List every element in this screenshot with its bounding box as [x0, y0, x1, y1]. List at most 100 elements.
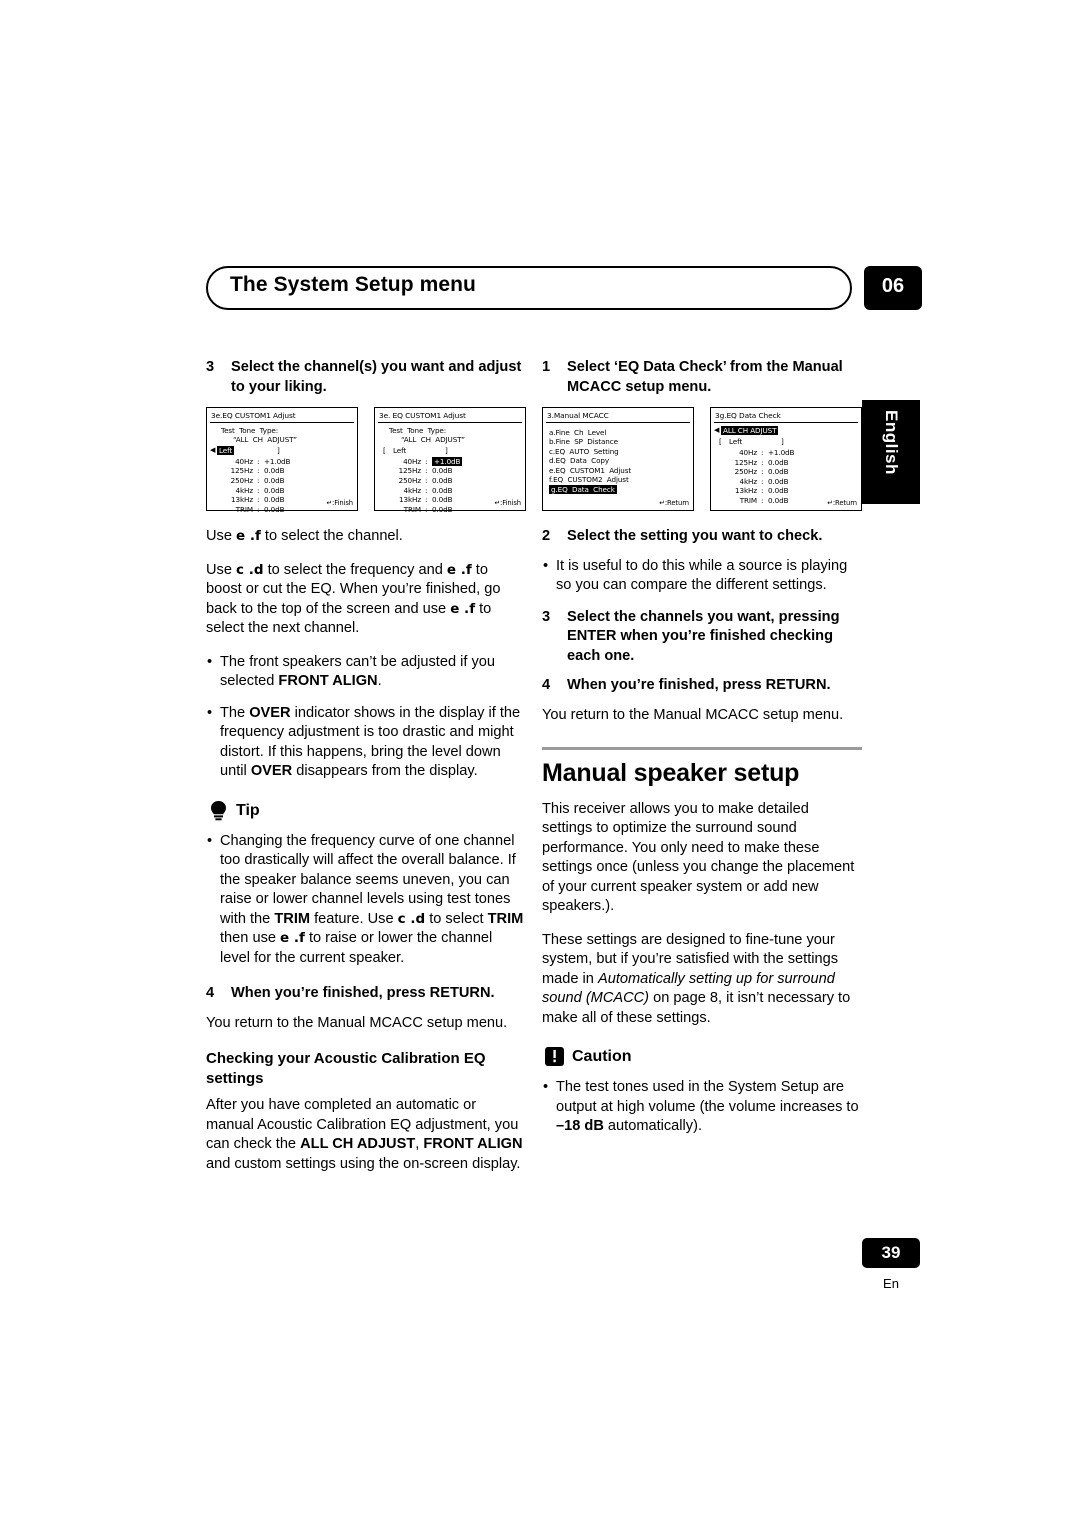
left-column: 3 Select the channel(s) you want and adju…: [206, 358, 526, 1188]
osd-test-tone-type: Test Tone Type:: [389, 426, 447, 435]
language-tab: English: [862, 400, 920, 504]
osd-eq-sep: :: [761, 457, 764, 467]
osd-eq-value: 0.0dB: [768, 467, 789, 477]
osd-eq-row: TRIM:0.0dB: [717, 496, 794, 506]
osd-eq-row: 4kHz:0.0dB: [717, 477, 794, 487]
left-step-4-body: You return to the Manual MCACC setup men…: [206, 1014, 508, 1031]
osd-eq-sep: :: [761, 486, 764, 496]
osd-test-tone-value: “ALL CH ADJUST”: [401, 435, 465, 445]
right-step-1-text: Select ‘EQ Data Check’ from the Manual M…: [567, 359, 843, 395]
left-step-3-text: Select the channel(s) you want and adjus…: [231, 359, 522, 395]
section-rule: [542, 747, 862, 750]
nav-keys: c .d: [397, 910, 426, 927]
page-title: The System Setup menu: [230, 273, 476, 296]
text-fragment: Use: [206, 528, 237, 544]
text-fragment: The: [220, 704, 250, 721]
osd-eq-row: 250Hz:0.0dB: [381, 476, 462, 486]
osd-eq-freq: 13kHz: [399, 495, 421, 505]
osd-eq-row: TRIM:0.0dB: [381, 505, 462, 515]
tip-header: Tip: [206, 800, 526, 824]
osd-channel: Left: [217, 445, 235, 456]
right-step-3-number: 3: [542, 608, 551, 625]
bold-term: OVER: [250, 763, 293, 779]
osd-eq-value: +1.0dB: [768, 448, 795, 457]
chapter-number: 06: [881, 275, 905, 297]
osd-eq-row: TRIM:0.0dB: [213, 505, 290, 515]
osd-test-tone-type: Test Tone Type:: [221, 426, 279, 435]
left-step-3: 3 Select the channel(s) you want and adju…: [206, 358, 526, 397]
bold-term: –18 dB: [556, 1118, 604, 1134]
bold-term: TRIM: [274, 910, 311, 927]
right-step-4: 4 When you’re finished, press RETURN.: [542, 676, 862, 696]
nav-keys: e .f: [236, 528, 261, 544]
osd-eq-custom1-adjust-b: 3e. EQ CUSTOM1 Adjust Test Tone Type: “A…: [374, 407, 526, 514]
osd-right-bracket: ]: [277, 445, 280, 455]
osd-eq-freq: 125Hz: [230, 466, 254, 476]
bold-term: FRONT ALIGN: [278, 673, 378, 689]
osd-eq-freq: 125Hz: [734, 457, 758, 467]
osd-menu-item-selected: g.EQ Data Check: [549, 485, 617, 495]
osd-eq-table: 40Hz: +1.0dB 125Hz:0.0dB 250Hz:0.0dB 4kHz…: [717, 448, 795, 506]
right-step-3-text: Select the channels you want, pressing E…: [567, 608, 840, 664]
osd-eq-sep: :: [257, 476, 260, 485]
osd-eq-sep: :: [425, 504, 428, 514]
osd-title: 3g.EQ Data Check: [715, 410, 781, 420]
caution-header: Caution: [542, 1046, 862, 1070]
osd-eq-value: 0.0dB: [768, 486, 789, 496]
osd-eq-freq: 40Hz: [235, 456, 253, 466]
osd-eq-sep: :: [761, 448, 764, 457]
osd-eq-sep: :: [257, 485, 260, 495]
nav-keys: c .d: [236, 561, 264, 578]
right-paragraph-1: This receiver allows you to make detaile…: [542, 800, 855, 915]
osd-eq-value-selected: +1.0dB: [432, 456, 463, 466]
nav-keys: e .f: [446, 561, 472, 578]
osd-eq-row: 4kHz:0.0dB: [213, 486, 290, 496]
text-fragment: to select the frequency and: [263, 561, 447, 578]
osd-eq-data-check: 3g.EQ Data Check ◀ ALL CH ADJUST [ Left …: [710, 407, 862, 511]
caution-label: Caution: [572, 1048, 632, 1065]
left-paragraph-3: After you have completed an automatic or…: [206, 1096, 526, 1174]
osd-eq-sep: :: [425, 466, 428, 476]
osd-footer-hint: ↵:Finish: [494, 498, 521, 507]
osd-footer-hint: ↵:Return: [659, 498, 689, 507]
right-step-4-number: 4: [542, 677, 551, 693]
osd-footer-hint: ↵:Finish: [326, 498, 353, 507]
language-tab-label: English: [882, 410, 901, 475]
osd-eq-value: 0.0dB: [432, 504, 453, 514]
text-fragment: then use: [220, 930, 281, 946]
osd-eq-freq: 40Hz: [739, 448, 757, 457]
osd-eq-sep: :: [257, 495, 260, 505]
right-step-1: 1 Select ‘EQ Data Check’ from the Manual …: [542, 358, 862, 397]
osd-eq-freq: 250Hz: [230, 476, 254, 485]
osd-divider: [714, 422, 858, 423]
osd-row-right: 3.Manual MCACC a.Fine Ch Level b.Fine SP…: [542, 407, 862, 513]
osd-menu-item: b.Fine SP Distance: [549, 437, 618, 447]
osd-menu-item: f.EQ CUSTOM2 Adjust: [549, 475, 629, 485]
osd-eq-freq: TRIM: [739, 495, 757, 505]
section-heading: Manual speaker setup: [542, 759, 800, 787]
left-step-4: 4 When you’re finished, press RETURN.: [206, 984, 526, 1004]
osd-eq-freq: 250Hz: [734, 467, 758, 477]
osd-menu-item: c.EQ AUTO Setting: [549, 446, 619, 456]
osd-eq-value: 0.0dB: [432, 476, 453, 485]
left-step-4-text: When you’re finished, press RETURN.: [231, 985, 495, 1001]
osd-eq-freq: TRIM: [403, 504, 421, 514]
osd-eq-sep: :: [425, 495, 428, 505]
osd-eq-value: 0.0dB: [768, 457, 789, 467]
osd-eq-row: 250Hz:0.0dB: [717, 467, 794, 477]
osd-eq-sep: :: [425, 456, 428, 466]
osd-eq-row: 125Hz:0.0dB: [717, 458, 794, 468]
osd-eq-value: 0.0dB: [432, 495, 453, 505]
left-paragraph-2: Use c .d to select the frequency and e .…: [206, 561, 526, 639]
osd-right-bracket: ]: [445, 445, 448, 455]
bold-term: ALL CH ADJUST: [300, 1136, 416, 1152]
text-fragment: to select the channel.: [260, 528, 403, 544]
page-number: 39: [881, 1243, 901, 1262]
osd-eq-sep: :: [257, 504, 260, 514]
osd-menu-item: d.EQ Data Copy: [549, 456, 609, 466]
text-fragment: .: [377, 673, 382, 689]
osd-eq-freq: 250Hz: [398, 476, 422, 485]
nav-keys: e .f: [450, 600, 476, 617]
osd-divider: [378, 422, 522, 423]
text-fragment: to select: [425, 910, 488, 927]
